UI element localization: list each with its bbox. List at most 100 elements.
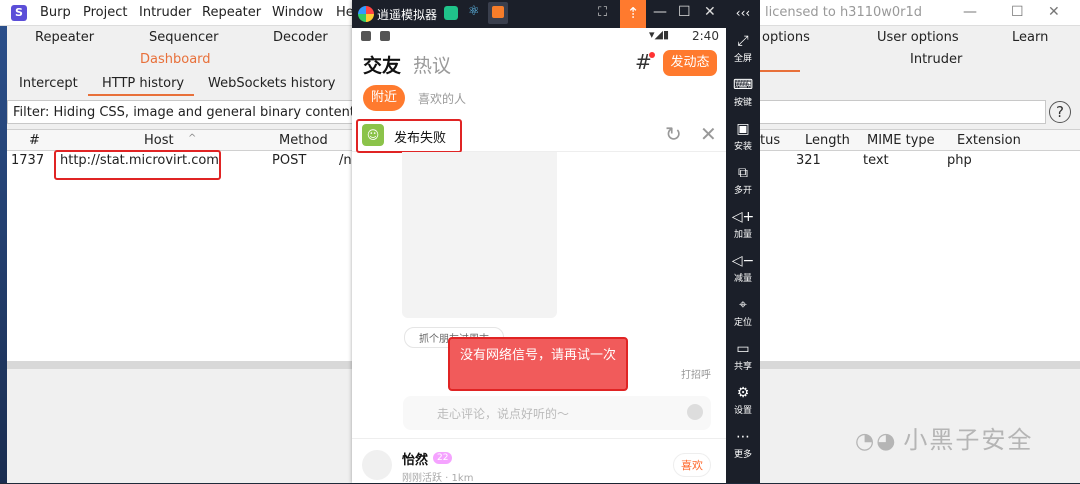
sidebar-volume-up[interactable]: ◁+ 加量 xyxy=(726,209,760,240)
tab-sequencer[interactable]: Sequencer xyxy=(149,30,218,45)
tab-friends[interactable]: 交友 xyxy=(363,51,401,78)
history-table-right xyxy=(757,151,1080,361)
notification-icon-1 xyxy=(361,31,371,41)
table-row-length[interactable]: 321 xyxy=(796,153,821,168)
col-mime-type[interactable]: MIME type xyxy=(867,133,935,148)
sidebar-more[interactable]: ⋯ 更多 xyxy=(726,429,760,460)
emu-minimize-icon[interactable]: — xyxy=(653,4,667,20)
android-statusbar: ▾◢▮ 2:40 xyxy=(352,28,726,46)
sidebar-settings[interactable]: ⚙ 设置 xyxy=(726,385,760,416)
tab-user-options[interactable]: User options xyxy=(877,30,959,45)
emulator-app-name: 逍遥模拟器 xyxy=(377,8,438,22)
user-name[interactable]: 怡然 xyxy=(402,449,428,468)
maximize-icon[interactable]: ☐ xyxy=(1011,4,1024,20)
greet-link[interactable]: 打招呼 xyxy=(681,366,711,381)
help-icon[interactable]: ? xyxy=(1049,101,1071,123)
filter-bar[interactable]: Filter: Hiding CSS, image and general bi… xyxy=(7,100,355,124)
like-button[interactable]: 喜欢 xyxy=(673,453,711,477)
menu-repeater[interactable]: Repeater xyxy=(202,5,261,20)
table-row-path[interactable]: /n xyxy=(339,153,352,168)
horizontal-scrollbar-right[interactable] xyxy=(757,361,1080,369)
history-table xyxy=(7,151,353,361)
sidebar-multi-open[interactable]: ⧉ 多开 xyxy=(726,165,760,196)
avatar[interactable] xyxy=(362,450,392,480)
col-number[interactable]: # xyxy=(29,133,40,148)
fullscreen-icon: ⤢ xyxy=(737,33,749,49)
comment-input[interactable]: 走心评论，说点好听的～ xyxy=(403,396,711,430)
close-icon[interactable]: ✕ xyxy=(1048,4,1060,20)
menu-window[interactable]: Window xyxy=(272,5,323,20)
filter-nearby[interactable]: 附近 xyxy=(363,85,405,111)
col-extension[interactable]: Extension xyxy=(957,133,1021,148)
watermark: ◔◕ 小黑子安全 xyxy=(855,420,1033,455)
table-row-extension[interactable]: php xyxy=(947,153,972,168)
col-status[interactable]: tus xyxy=(760,133,780,148)
sidebar-label: 安装 xyxy=(733,142,752,152)
horizontal-scrollbar[interactable] xyxy=(7,361,353,369)
post-status-highlight xyxy=(356,119,462,153)
active-tab-underline xyxy=(757,70,800,72)
user-active-status: 刚刚活跃 · 1km xyxy=(402,473,474,484)
app-taskbar-icon-2[interactable]: ⚛ xyxy=(468,4,480,19)
tab-options[interactable]: options xyxy=(762,30,810,45)
sidebar-volume-down[interactable]: ◁− 减量 xyxy=(726,253,760,284)
sidebar-label: 设置 xyxy=(733,406,752,416)
col-length[interactable]: Length xyxy=(805,133,850,148)
app-taskbar-icon-3[interactable] xyxy=(488,2,508,24)
sidebar-label: 共享 xyxy=(733,362,752,372)
tab-http-history[interactable]: HTTP history xyxy=(102,76,184,91)
menu-project[interactable]: Project xyxy=(83,5,127,20)
tab-hot-topics[interactable]: 热议 xyxy=(413,51,451,78)
col-host[interactable]: Host xyxy=(144,133,174,148)
table-row-method[interactable]: POST xyxy=(272,153,306,168)
minimize-icon[interactable]: — xyxy=(963,4,977,20)
notification-dot xyxy=(649,52,655,58)
upload-icon[interactable]: ⇡ xyxy=(620,0,646,28)
filter-liked[interactable]: 喜欢的人 xyxy=(418,90,466,107)
sidebar-install[interactable]: ▣ 安装 xyxy=(726,121,760,152)
tab-intruder[interactable]: Intruder xyxy=(910,52,962,67)
sort-asc-icon: ^ xyxy=(188,133,197,144)
tab-intercept[interactable]: Intercept xyxy=(19,76,78,91)
tab-decoder[interactable]: Decoder xyxy=(273,30,328,45)
tab-learn[interactable]: Learn xyxy=(1012,30,1048,45)
tab-dashboard[interactable]: Dashboard xyxy=(140,52,211,67)
screenshot-icon[interactable]: ⛶ xyxy=(598,5,607,20)
sidebar-label: 更多 xyxy=(733,450,752,460)
user-age-badge: 22 xyxy=(433,452,453,464)
sidebar-location[interactable]: ⌖ 定位 xyxy=(726,297,760,328)
table-row-number[interactable]: 1737 xyxy=(11,153,44,168)
sidebar-share[interactable]: ▭ 共享 xyxy=(726,341,760,372)
collapse-sidebar-icon[interactable]: ‹‹‹ xyxy=(726,6,760,20)
folder-icon: ▭ xyxy=(736,341,750,357)
menu-intruder[interactable]: Intruder xyxy=(139,5,191,20)
sidebar-label: 定位 xyxy=(733,318,752,328)
tab-websockets-history[interactable]: WebSockets history xyxy=(208,76,335,91)
sidebar-fullscreen[interactable]: ⤢ 全屏 xyxy=(726,33,760,64)
table-row-mime[interactable]: text xyxy=(863,153,889,168)
volume-up-icon: ◁+ xyxy=(731,209,755,225)
sidebar-label: 全屏 xyxy=(733,54,752,64)
sidebar-label: 加量 xyxy=(733,230,752,240)
emu-close-icon[interactable]: ✕ xyxy=(704,4,716,20)
filter-bar-right[interactable] xyxy=(757,100,1046,124)
more-icon: ⋯ xyxy=(736,429,750,445)
location-icon: ⌖ xyxy=(739,297,747,313)
burp-logo-icon: S xyxy=(11,5,27,21)
wechat-icon: ◔◕ xyxy=(855,429,898,454)
post-button[interactable]: 发动态 xyxy=(663,50,717,76)
window-title: licensed to h3110w0r1d xyxy=(765,5,923,20)
emoji-icon[interactable] xyxy=(687,404,703,420)
app-taskbar-icon-1[interactable] xyxy=(444,6,458,20)
table-header-right: tus Length MIME type Extension xyxy=(757,129,1080,151)
http-history-underline xyxy=(88,94,194,96)
tab-repeater[interactable]: Repeater xyxy=(35,30,94,45)
sidebar-keyboard[interactable]: ⌨ 按键 xyxy=(726,77,760,108)
post-image[interactable] xyxy=(402,152,557,318)
menu-burp[interactable]: Burp xyxy=(40,5,71,20)
col-method[interactable]: Method xyxy=(279,133,328,148)
dismiss-icon[interactable]: ✕ xyxy=(700,122,717,146)
retry-icon[interactable]: ↻ xyxy=(665,122,682,146)
emu-maximize-icon[interactable]: ☐ xyxy=(678,4,691,20)
comment-placeholder: 走心评论，说点好听的～ xyxy=(437,407,570,421)
